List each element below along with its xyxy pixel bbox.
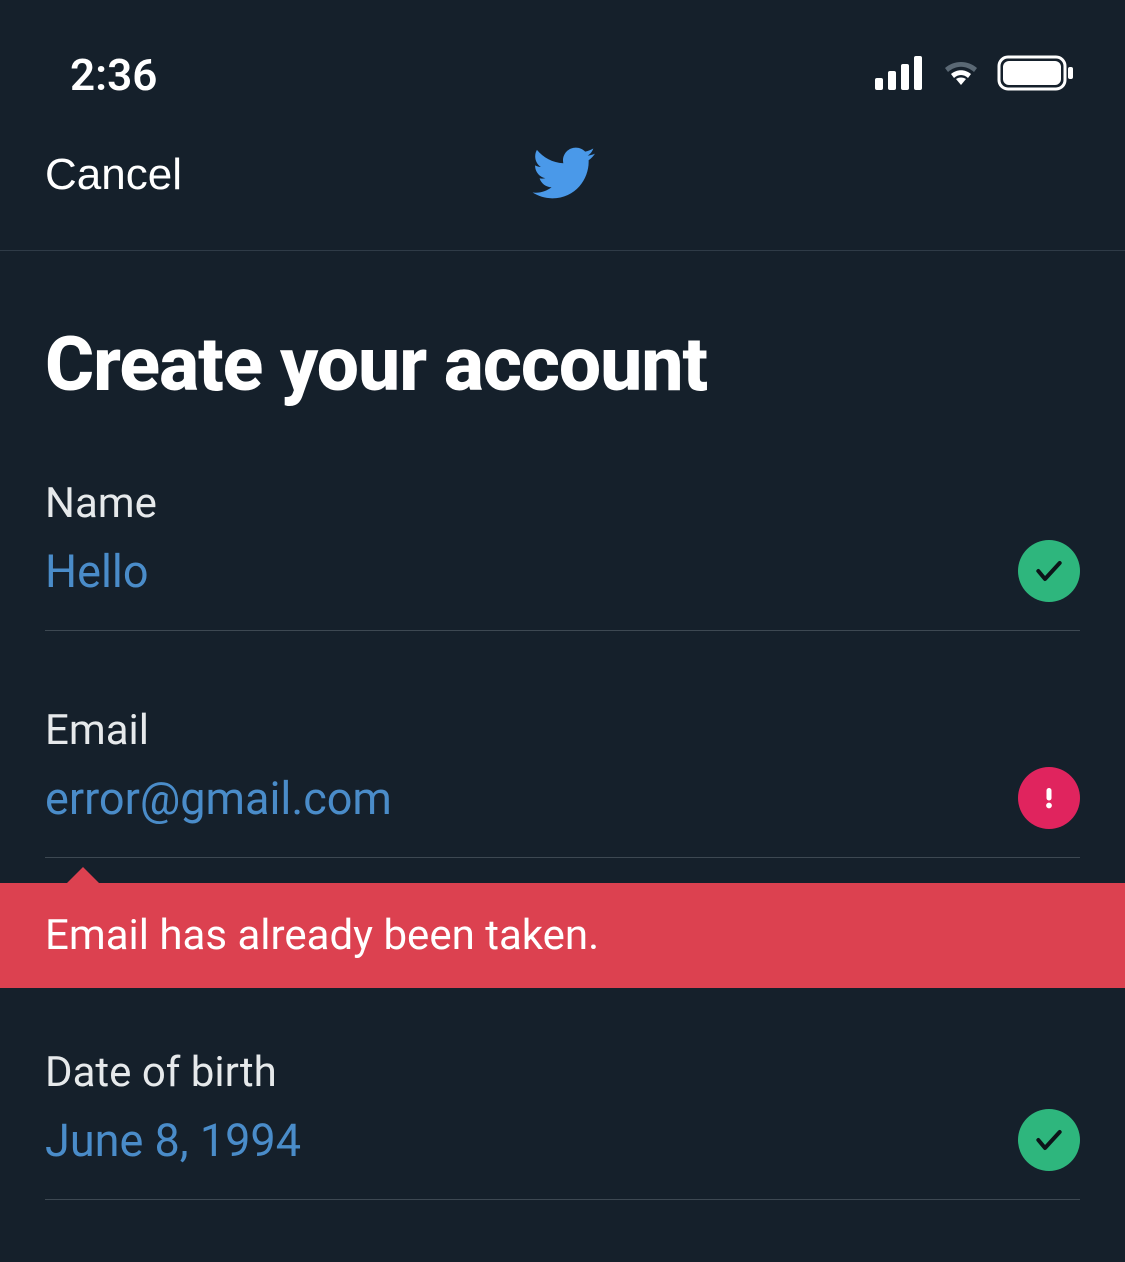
status-time: 2:36 bbox=[70, 49, 157, 101]
status-icons bbox=[875, 55, 1075, 95]
dob-input[interactable] bbox=[45, 1114, 925, 1167]
nav-bar: Cancel bbox=[0, 120, 1125, 251]
email-label: Email bbox=[45, 706, 1080, 755]
name-label: Name bbox=[45, 479, 1080, 528]
signup-form: Name Email Email has already been taken. bbox=[0, 479, 1125, 1200]
dob-field-container: Date of birth bbox=[0, 1048, 1125, 1200]
check-icon bbox=[1018, 540, 1080, 602]
twitter-logo-icon bbox=[523, 140, 603, 210]
wifi-icon bbox=[939, 57, 983, 93]
error-icon bbox=[1018, 767, 1080, 829]
page-title: Create your account bbox=[0, 251, 1125, 479]
email-input[interactable] bbox=[45, 772, 925, 825]
error-banner: Email has already been taken. bbox=[0, 883, 1125, 988]
status-bar: 2:36 bbox=[0, 0, 1125, 120]
dob-label: Date of birth bbox=[45, 1048, 1080, 1097]
battery-icon bbox=[997, 55, 1075, 95]
cellular-signal-icon bbox=[875, 56, 925, 94]
name-field-container: Name bbox=[0, 479, 1125, 631]
check-icon bbox=[1018, 1109, 1080, 1171]
cancel-button[interactable]: Cancel bbox=[45, 150, 182, 200]
email-field-container: Email bbox=[0, 706, 1125, 858]
name-input[interactable] bbox=[45, 545, 925, 598]
